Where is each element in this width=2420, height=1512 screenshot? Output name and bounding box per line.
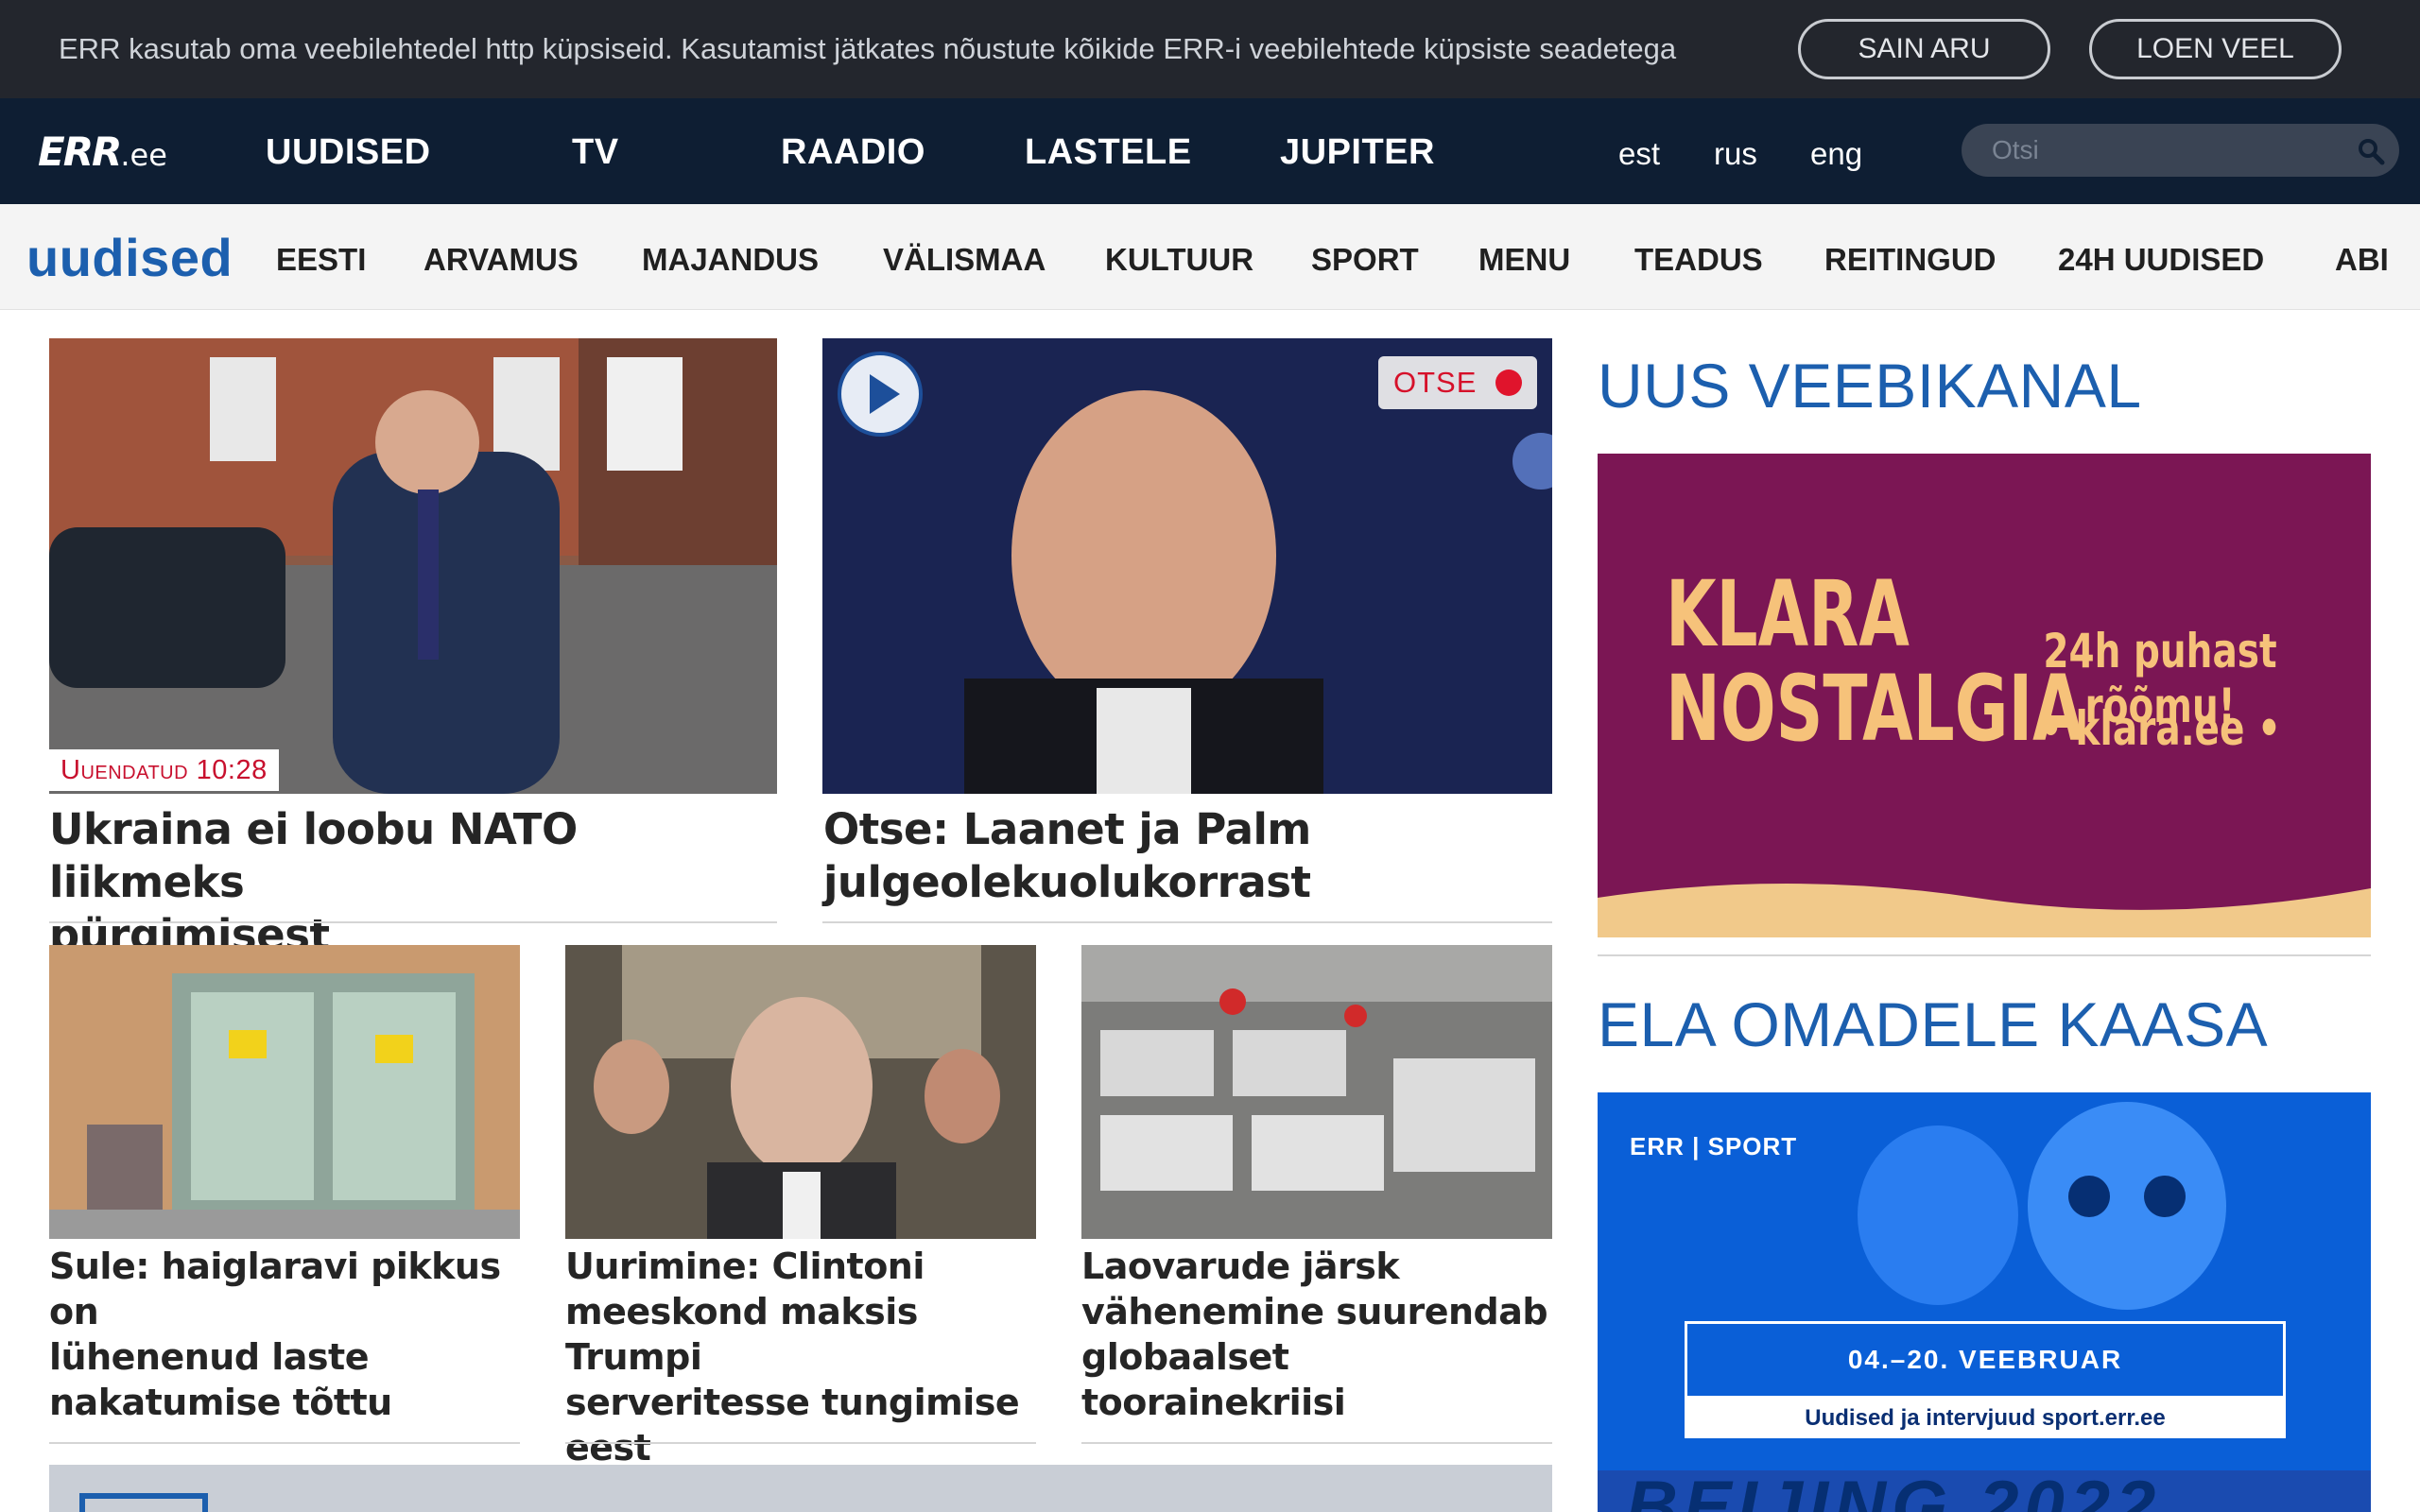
play-icon[interactable]	[838, 352, 923, 437]
language-rus[interactable]: rus	[1714, 136, 1757, 172]
olympics-caption: Uudised ja intervjuud sport.err.ee	[1685, 1399, 2286, 1438]
err-sport-olympics-promo[interactable]: ERR | SPORT 04.–20. VEEBRUAR Uudised ja …	[1598, 1092, 2371, 1512]
divider	[1081, 1442, 1552, 1444]
subnav-item-arvamus[interactable]: ARVAMUS	[424, 242, 579, 278]
title-line: lühenenud laste	[49, 1336, 370, 1378]
subnav-item-kultuur[interactable]: KULTUUR	[1105, 242, 1253, 278]
title-line: Uurimine: Clintoni	[565, 1246, 925, 1287]
article-title-hospital[interactable]: Sule: haiglaravi pikkus on lühenenud las…	[49, 1244, 520, 1425]
article-title-warehouse[interactable]: Laovarude järsk vähenemine suurendab glo…	[1081, 1244, 1552, 1425]
title-line: nakatumise tõttu	[49, 1382, 392, 1423]
article-title-investigation[interactable]: Uurimine: Clintoni meeskond maksis Trump…	[565, 1244, 1036, 1470]
play-triangle	[870, 374, 900, 414]
search-input[interactable]	[1992, 133, 2332, 167]
divider	[822, 921, 1552, 923]
divider	[565, 1442, 1036, 1444]
beijing-title: BEIJING 2022	[1626, 1467, 2162, 1512]
subnav-item-menu[interactable]: MENU	[1478, 242, 1570, 278]
topnav-item-jupiter[interactable]: JUPITER	[1280, 132, 1435, 173]
subnav-item-24h-uudised[interactable]: 24H UUDISED	[2058, 242, 2264, 278]
title-line: Laovarude järsk	[1081, 1246, 1400, 1287]
klara-brand: KLARA NOSTALGIA	[1666, 567, 2083, 756]
klara-brand-line: NOSTALGIA	[1666, 656, 2083, 762]
title-line: meeskond maksis Trumpi	[565, 1291, 918, 1378]
sidebar-heading-new-channel: UUS VEEBIKANAL	[1598, 351, 2142, 421]
topnav-item-raadio[interactable]: RAADIO	[781, 132, 925, 173]
divider	[49, 921, 777, 923]
language-est[interactable]: est	[1618, 136, 1660, 172]
title-line: Ukraina ei loobu NATO liikmeks	[49, 804, 578, 907]
divider	[49, 1442, 520, 1444]
klara-brand-line: KLARA	[1666, 561, 1910, 667]
article-image-warehouse[interactable]	[1081, 945, 1552, 1239]
olympics-dates: 04.–20. VEEBRUAR	[1685, 1321, 2286, 1399]
search-icon[interactable]	[2357, 137, 2385, 165]
subnav-item-abi[interactable]: ABI	[2335, 242, 2389, 278]
photo-hospital	[49, 945, 520, 1239]
subnav-item-majandus[interactable]: MAJANDUS	[642, 242, 819, 278]
live-dot-icon	[1495, 369, 1522, 396]
klara-url: • klara.ee •	[2039, 701, 2281, 756]
logo-text: ERR	[38, 129, 122, 175]
section-title[interactable]: uudised	[26, 227, 233, 288]
subnav-item-reitingud[interactable]: REITINGUD	[1824, 242, 1996, 278]
title-line: Sule: haiglaravi pikkus on	[49, 1246, 501, 1332]
bottom-banner[interactable]	[49, 1465, 1552, 1512]
language-eng[interactable]: eng	[1810, 136, 1862, 172]
err-sport-logo: ERR | SPORT	[1630, 1132, 1798, 1160]
photo-ukraine	[49, 338, 777, 794]
subnav-item-eesti[interactable]: EESTI	[276, 242, 366, 278]
cookie-banner: ERR kasutab oma veebilehtedel http küpsi…	[0, 0, 2420, 98]
article-image-ukraine[interactable]	[49, 338, 777, 794]
logo-suffix: .ee	[120, 137, 167, 173]
err-logo[interactable]: ERR.ee	[38, 129, 167, 175]
search-box	[1962, 124, 2399, 177]
subnav-item-valismaa[interactable]: VÄLISMAA	[883, 242, 1046, 278]
live-badge: OTSE	[1378, 356, 1537, 409]
cookie-read-more-button[interactable]: LOEN VEEL	[2089, 19, 2342, 79]
updated-badge: Uuendatud 10:28	[49, 749, 279, 791]
title-line: serveritesse tungimise	[565, 1382, 1020, 1423]
banner-frame-icon	[79, 1493, 208, 1512]
title-line: eest	[565, 1427, 651, 1469]
divider	[1598, 954, 2371, 956]
article-image-hospital[interactable]	[49, 945, 520, 1239]
title-line: vähenemine suurendab	[1081, 1291, 1548, 1332]
sidebar-heading-follow: ELA OMADELE KAASA	[1598, 989, 2269, 1059]
topnav-item-tv[interactable]: TV	[572, 132, 619, 173]
title-line: globaalset toorainekriisi	[1081, 1336, 1346, 1423]
article-title-live[interactable]: Otse: Laanet ja Palm julgeolekuolukorras…	[823, 803, 1553, 909]
klara-nostalgia-promo[interactable]: KLARA NOSTALGIA 24h puhast rõõmu! • klar…	[1598, 454, 2371, 937]
photo-investigation	[565, 945, 1036, 1239]
topnav-item-lastele[interactable]: LASTELE	[1025, 132, 1192, 173]
live-label: OTSE	[1393, 366, 1478, 399]
cookie-text: ERR kasutab oma veebilehtedel http küpsi…	[59, 32, 1677, 65]
title-line: julgeolekuolukorrast	[823, 857, 1311, 907]
cookie-accept-button[interactable]: SAIN ARU	[1798, 19, 2050, 79]
subnav-item-teadus[interactable]: TEADUS	[1634, 242, 1763, 278]
topnav-item-uudised[interactable]: UUDISED	[266, 132, 431, 173]
title-line: Otse: Laanet ja Palm	[823, 804, 1311, 854]
article-image-investigation[interactable]	[565, 945, 1036, 1239]
subnav-item-sport[interactable]: SPORT	[1311, 242, 1419, 278]
article-title-ukraine[interactable]: Ukraina ei loobu NATO liikmeks pürgimise…	[49, 803, 777, 962]
photo-warehouse	[1081, 945, 1552, 1239]
